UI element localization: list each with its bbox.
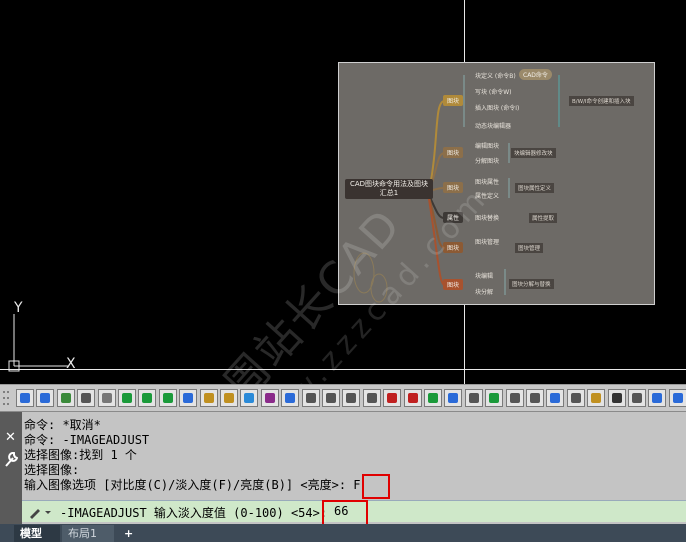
tab-model[interactable]: 模型 bbox=[14, 525, 60, 542]
sheet-icon[interactable] bbox=[97, 389, 116, 407]
mindmap-branch-6: 图块 bbox=[443, 279, 464, 290]
mindmap-branch-1: 图块 bbox=[443, 95, 464, 106]
mindmap-note: 图块管理 bbox=[515, 243, 544, 253]
mindmap-leaf: 分解图块 bbox=[475, 158, 500, 165]
command-prompt-text: -IMAGEADJUST 输入淡入度值 (0-100) <54>: bbox=[60, 506, 328, 520]
drawing-canvas[interactable]: Y X CAD图块命令用法及图块汇总1 CAD命令 图块 图块 图块 属性 图块… bbox=[0, 0, 686, 386]
wrench-icon[interactable] bbox=[4, 452, 18, 468]
image-icon[interactable] bbox=[566, 389, 585, 407]
mindmap-note: 图块分解与替换 bbox=[509, 279, 554, 289]
tab-layout1[interactable]: 布局1 bbox=[62, 525, 114, 542]
stretch-icon[interactable] bbox=[342, 389, 361, 407]
history-line: 命令: *取消* bbox=[24, 418, 101, 432]
mindmap-top-bubble: CAD命令 bbox=[519, 69, 552, 80]
point-icon[interactable] bbox=[179, 389, 198, 407]
mindmap-leaf: 图块管理 bbox=[475, 239, 500, 246]
mindmap-leaf: 动态块编辑器 bbox=[475, 123, 512, 130]
mindmap-branch-2: 图块 bbox=[443, 147, 464, 158]
osnap-icon[interactable] bbox=[158, 389, 177, 407]
grid-icon[interactable] bbox=[138, 389, 157, 407]
layers-icon[interactable] bbox=[56, 389, 75, 407]
mindmap-leaf: 块定义 (命令B) bbox=[475, 73, 516, 80]
save-icon[interactable] bbox=[36, 389, 55, 407]
new-file-icon[interactable] bbox=[16, 389, 34, 407]
close-icon[interactable]: ✕ bbox=[5, 430, 16, 445]
select-icon[interactable] bbox=[362, 389, 381, 407]
mindmap-leaf: 编辑图块 bbox=[475, 143, 500, 150]
add-tab-button[interactable]: + bbox=[118, 525, 140, 542]
array-icon[interactable] bbox=[301, 389, 320, 407]
table-icon[interactable] bbox=[485, 389, 504, 407]
mirror-icon[interactable] bbox=[260, 389, 279, 407]
block-icon[interactable] bbox=[546, 389, 565, 407]
mindmap-leaf: 写块 (命令W) bbox=[475, 89, 512, 96]
mindmap-center: CAD图块命令用法及图块汇总1 bbox=[345, 179, 433, 199]
highlight-box-value bbox=[322, 500, 368, 526]
mindmap-note: 属性提取 bbox=[529, 213, 558, 223]
pen-icon[interactable] bbox=[403, 389, 422, 407]
highlight-box-option bbox=[362, 474, 390, 499]
bulb-icon[interactable] bbox=[587, 389, 606, 407]
brush-icon[interactable] bbox=[424, 389, 442, 407]
ucs-y-label: Y bbox=[13, 300, 23, 316]
move-icon[interactable] bbox=[322, 389, 340, 407]
history-line: 命令: -IMAGEADJUST bbox=[24, 433, 150, 447]
measure-icon[interactable] bbox=[444, 389, 463, 407]
toolbar-grip[interactable] bbox=[0, 386, 14, 410]
text-icon[interactable] bbox=[505, 389, 524, 407]
history-line: 选择图像: bbox=[24, 463, 80, 477]
help-icon[interactable] bbox=[668, 389, 686, 407]
plot-icon[interactable] bbox=[77, 389, 96, 407]
dim-icon[interactable] bbox=[526, 389, 544, 407]
ucs-x-label: X bbox=[66, 356, 76, 372]
mindmap-note: B/W/I命令创建和插入块 bbox=[569, 96, 634, 106]
mindmap-leaf: 块分解 bbox=[475, 289, 494, 296]
command-history: 命令: *取消* 命令: -IMAGEADJUST 选择图像:找到 1 个 选择… bbox=[24, 418, 361, 493]
snap-icon[interactable] bbox=[118, 389, 136, 407]
mindmap-note: 块编辑器修改块 bbox=[511, 148, 556, 158]
align-icon[interactable] bbox=[199, 389, 218, 407]
ortho-icon[interactable] bbox=[220, 389, 238, 407]
pencil-icon[interactable] bbox=[383, 389, 402, 407]
mindmap-leaf: 插入图块 (命令I) bbox=[475, 105, 520, 112]
history-line: 选择图像:找到 1 个 bbox=[24, 448, 137, 462]
ucs-icon: Y X bbox=[8, 300, 76, 372]
line-icon[interactable] bbox=[464, 389, 483, 407]
mindmap-leaf: 图块属性 bbox=[475, 179, 500, 186]
info-icon[interactable] bbox=[648, 389, 667, 407]
mindmap-note: 图块属性定义 bbox=[515, 183, 555, 193]
char-icon[interactable] bbox=[607, 389, 626, 407]
raster-image[interactable]: CAD图块命令用法及图块汇总1 CAD命令 图块 图块 图块 属性 图块 图块 … bbox=[338, 62, 655, 305]
command-prompt-icon[interactable] bbox=[28, 505, 54, 519]
mindmap-leaf: 块编辑 bbox=[475, 273, 494, 280]
polar-icon[interactable] bbox=[240, 389, 259, 407]
command-line-sidebar: ✕ bbox=[0, 412, 22, 524]
offset-icon[interactable] bbox=[281, 389, 300, 407]
history-line: 输入图像选项 [对比度(C)/淡入度(F)/亮度(B)] <亮度>: F bbox=[24, 478, 361, 492]
page-icon[interactable] bbox=[628, 389, 646, 407]
